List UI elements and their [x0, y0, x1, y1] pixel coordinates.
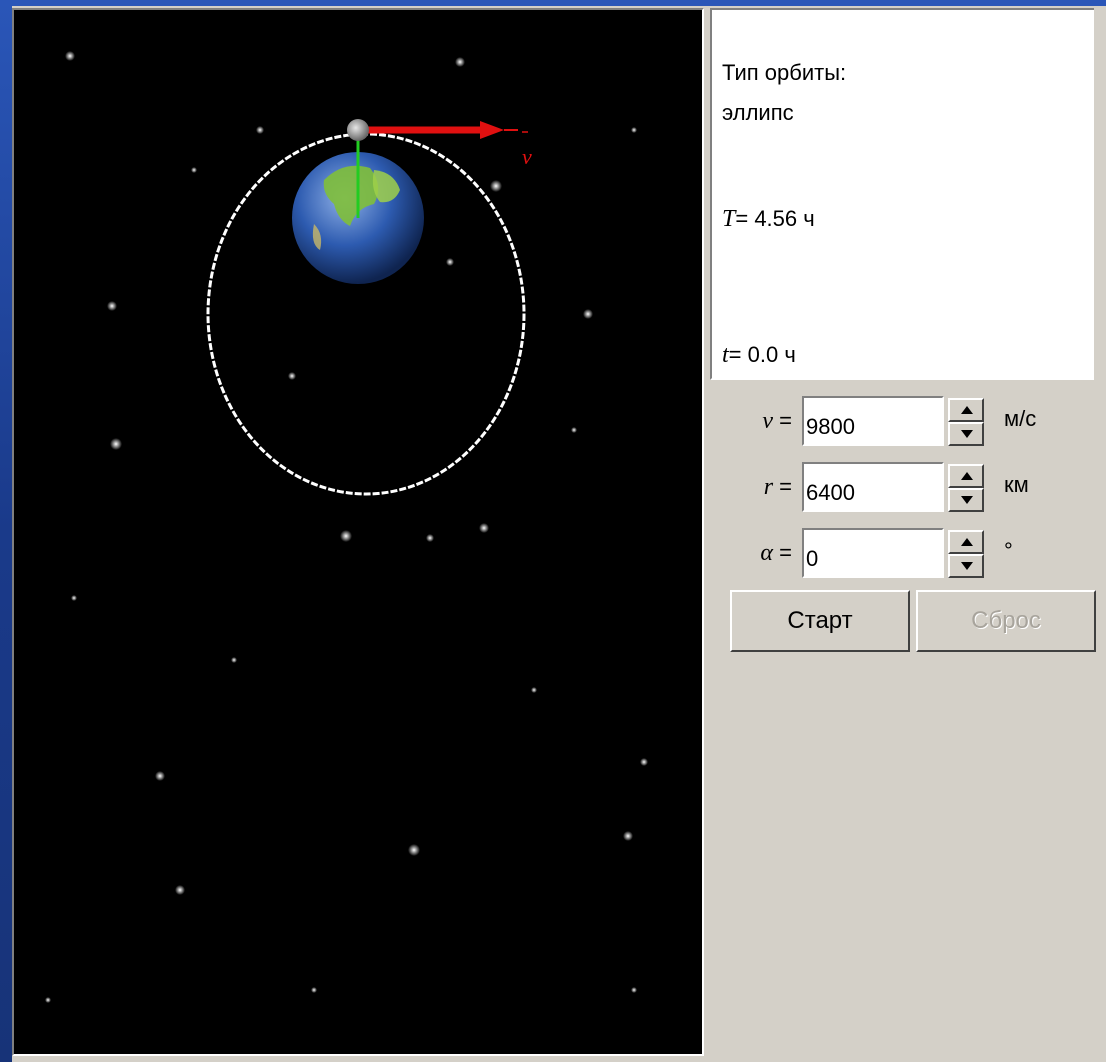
arrow-down-icon — [961, 562, 973, 570]
orbit-type-value: эллипс — [722, 100, 794, 125]
angle-row: α = ° — [716, 528, 1096, 580]
arrow-up-icon — [961, 406, 973, 414]
velocity-input[interactable] — [802, 396, 944, 446]
orbit-info-panel: Тип орбиты: эллипс T= 4.56 ч t= 0.0 ч — [710, 8, 1094, 380]
velocity-increment-button[interactable] — [948, 398, 984, 422]
angle-input[interactable] — [802, 528, 944, 578]
period-readout: T= 4.56 ч — [722, 206, 815, 233]
angle-increment-button[interactable] — [948, 530, 984, 554]
period-value: = 4.56 ч — [735, 206, 815, 231]
velocity-row: v = м/с — [716, 396, 1096, 448]
angle-spinner[interactable] — [948, 530, 984, 578]
time-readout: t= 0.0 ч — [722, 342, 796, 369]
angle-label: α = — [760, 540, 792, 566]
velocity-label: v = — [762, 408, 792, 434]
velocity-decrement-button[interactable] — [948, 422, 984, 446]
radius-increment-button[interactable] — [948, 464, 984, 488]
time-value: = 0.0 ч — [728, 342, 796, 367]
satellite — [347, 119, 369, 141]
radius-label: r = — [763, 474, 792, 500]
start-button[interactable]: Старт — [730, 590, 910, 652]
radius-decrement-button[interactable] — [948, 488, 984, 512]
arrow-up-icon — [961, 472, 973, 480]
arrow-down-icon — [961, 430, 973, 438]
period-symbol: T — [722, 206, 736, 232]
radius-spinner[interactable] — [948, 464, 984, 512]
angle-unit: ° — [1004, 538, 1013, 563]
arrow-up-icon — [961, 538, 973, 546]
space-scene: v — [45, 51, 648, 1003]
arrow-down-icon — [961, 496, 973, 504]
velocity-vector-label: v — [522, 144, 532, 169]
angle-decrement-button[interactable] — [948, 554, 984, 578]
time-symbol: t — [722, 342, 729, 368]
orbit-type-label: Тип орбиты: — [722, 60, 847, 85]
velocity-unit: м/с — [1004, 406, 1037, 431]
simulation-viewport: v — [12, 8, 704, 1056]
radius-row: r = км — [716, 462, 1096, 514]
radius-input[interactable] — [802, 462, 944, 512]
velocity-spinner[interactable] — [948, 398, 984, 446]
radius-unit: км — [1004, 472, 1029, 497]
reset-button[interactable]: Сброс — [916, 590, 1096, 652]
